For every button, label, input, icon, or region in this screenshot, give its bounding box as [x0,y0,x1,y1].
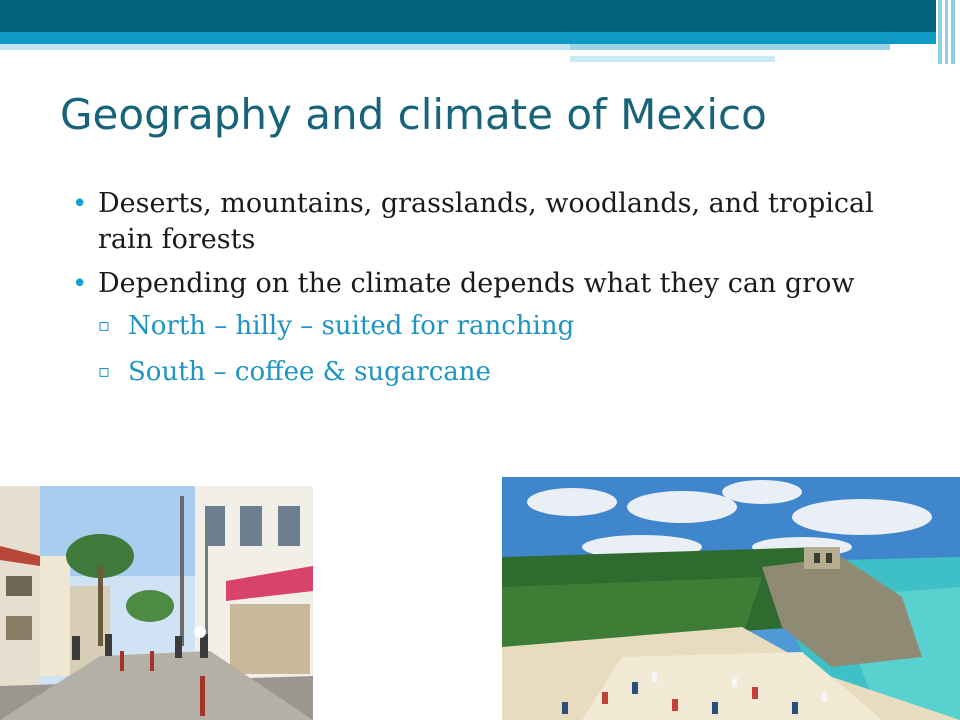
banner-mid-band [0,32,940,44]
bullet-list: • Deserts, mountains, grasslands, woodla… [72,186,912,400]
bullet-dot-icon: • [72,269,88,299]
bullet-text: Depending on the climate depends what th… [98,268,855,299]
bullet-item: • Depending on the climate depends what … [72,266,912,392]
sub-bullet-list: ▫ North – hilly – suited for ranching ▫ … [98,306,912,392]
bullet-text: Deserts, mountains, grasslands, woodland… [98,188,874,255]
banner-dark-band [0,0,940,32]
banner-light-band-2 [570,44,890,50]
beach-photo [502,477,960,720]
bullet-dot-icon: • [72,189,88,219]
slide-title: Geography and climate of Mexico [60,90,767,139]
banner-light-band [0,44,570,50]
top-banner [0,0,960,64]
sub-bullet-text: South – coffee & sugarcane [128,357,491,387]
banner-tail-band [570,56,775,62]
banner-vertical-stripes [936,0,960,64]
sub-bullet-square-icon: ▫ [98,315,111,336]
sub-bullet-item: ▫ North – hilly – suited for ranching [98,306,912,346]
banner-divider-line [570,52,886,54]
bullet-item: • Deserts, mountains, grasslands, woodla… [72,186,912,258]
street-photo [0,486,313,720]
sub-bullet-text: North – hilly – suited for ranching [128,311,575,341]
sub-bullet-square-icon: ▫ [98,361,111,382]
sub-bullet-item: ▫ South – coffee & sugarcane [98,352,912,392]
